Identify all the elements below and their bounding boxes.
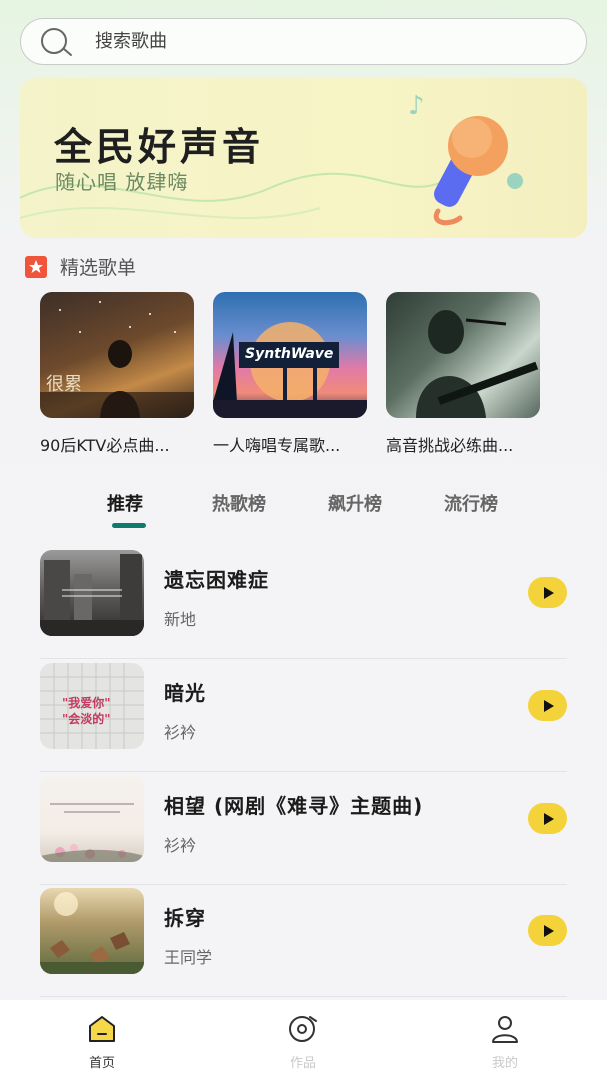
- chart-tabs: 推荐 热歌榜 飙升榜 流行榜: [0, 490, 607, 534]
- song-cover: [40, 550, 144, 636]
- playlist-name: 90后KTV必点曲...: [40, 436, 170, 455]
- nav-home-label: 首页: [88, 1056, 115, 1071]
- song-item[interactable]: 遗忘困难症 新地: [40, 550, 567, 662]
- playlist-name: 高音挑战必练曲...: [386, 436, 514, 455]
- play-button[interactable]: [528, 690, 567, 721]
- divider: [40, 771, 567, 772]
- play-button[interactable]: [528, 915, 567, 946]
- tab-popular[interactable]: 流行榜: [444, 490, 498, 516]
- nav-works-label: 作品: [289, 1056, 316, 1071]
- song-cover: "我爱你" "会淡的": [40, 663, 144, 749]
- playlist-cover-text: SynthWave: [245, 346, 334, 362]
- song-cover: [40, 888, 144, 974]
- song-artist: 衫衿: [164, 723, 197, 742]
- svg-text:♪: ♪: [408, 91, 425, 121]
- song-item[interactable]: "我爱你" "会淡的" 暗光 衫衿: [40, 663, 567, 775]
- playlist-name: 一人嗨唱专属歌...: [213, 436, 341, 455]
- play-button[interactable]: [528, 803, 567, 834]
- banner-title: 全民好声音: [54, 125, 265, 169]
- tab-recommend[interactable]: 推荐: [107, 490, 143, 516]
- user-icon: [492, 1016, 518, 1043]
- nav-me[interactable]: 我的: [465, 1014, 545, 1071]
- nav-works[interactable]: 作品: [263, 1014, 343, 1071]
- playlist-cover: 很累: [40, 292, 194, 418]
- search-icon: [39, 27, 73, 57]
- tab-indicator: [112, 523, 146, 528]
- song-artist: 新地: [164, 610, 197, 629]
- playlist-card[interactable]: 很累 90后KTV必点曲...: [40, 292, 194, 456]
- bottom-nav: 首页 作品 我的: [0, 1000, 607, 1080]
- nav-home[interactable]: 首页: [62, 1014, 142, 1071]
- tab-hot[interactable]: 热歌榜: [212, 490, 266, 516]
- divider: [40, 658, 567, 659]
- playlist-cover: [386, 292, 540, 418]
- song-cover-text: "我爱你" "会淡的": [62, 696, 111, 726]
- section-title: 精选歌单: [60, 257, 137, 279]
- song-cover: [40, 776, 144, 862]
- nav-me-label: 我的: [491, 1056, 518, 1071]
- song-item[interactable]: 相望 (网剧《难寻》主题曲) 衫衿: [40, 776, 567, 888]
- search-input[interactable]: [95, 31, 535, 52]
- song-title: 遗忘困难症: [164, 568, 269, 592]
- home-icon: [89, 1016, 115, 1042]
- divider: [40, 884, 567, 885]
- divider: [40, 996, 567, 997]
- tab-rising[interactable]: 飙升榜: [328, 490, 382, 516]
- disc-icon: [289, 1016, 317, 1042]
- song-item[interactable]: 拆穿 王同学: [40, 888, 567, 1000]
- song-title: 相望 (网剧《难寻》主题曲): [164, 794, 424, 818]
- playlist-cover-text: 很累: [46, 374, 82, 395]
- play-button[interactable]: [528, 577, 567, 608]
- playlist-card[interactable]: 高音挑战必练曲...: [386, 292, 540, 456]
- banner-subtitle: 随心唱 放肆嗨: [55, 170, 189, 194]
- section-header: 精选歌单: [24, 253, 136, 280]
- playlist-cover: SynthWave: [213, 292, 367, 418]
- song-artist: 王同学: [164, 948, 213, 967]
- song-title: 暗光: [164, 681, 206, 705]
- star-badge-icon: [25, 255, 47, 278]
- search-bar[interactable]: [20, 18, 587, 65]
- microphone-icon: ♪: [408, 91, 523, 226]
- song-artist: 衫衿: [164, 836, 197, 855]
- promo-banner[interactable]: 全民好声音 随心唱 放肆嗨 ♪: [20, 78, 587, 238]
- playlist-card[interactable]: SynthWave 一人嗨唱专属歌...: [213, 292, 367, 456]
- song-title: 拆穿: [164, 906, 206, 930]
